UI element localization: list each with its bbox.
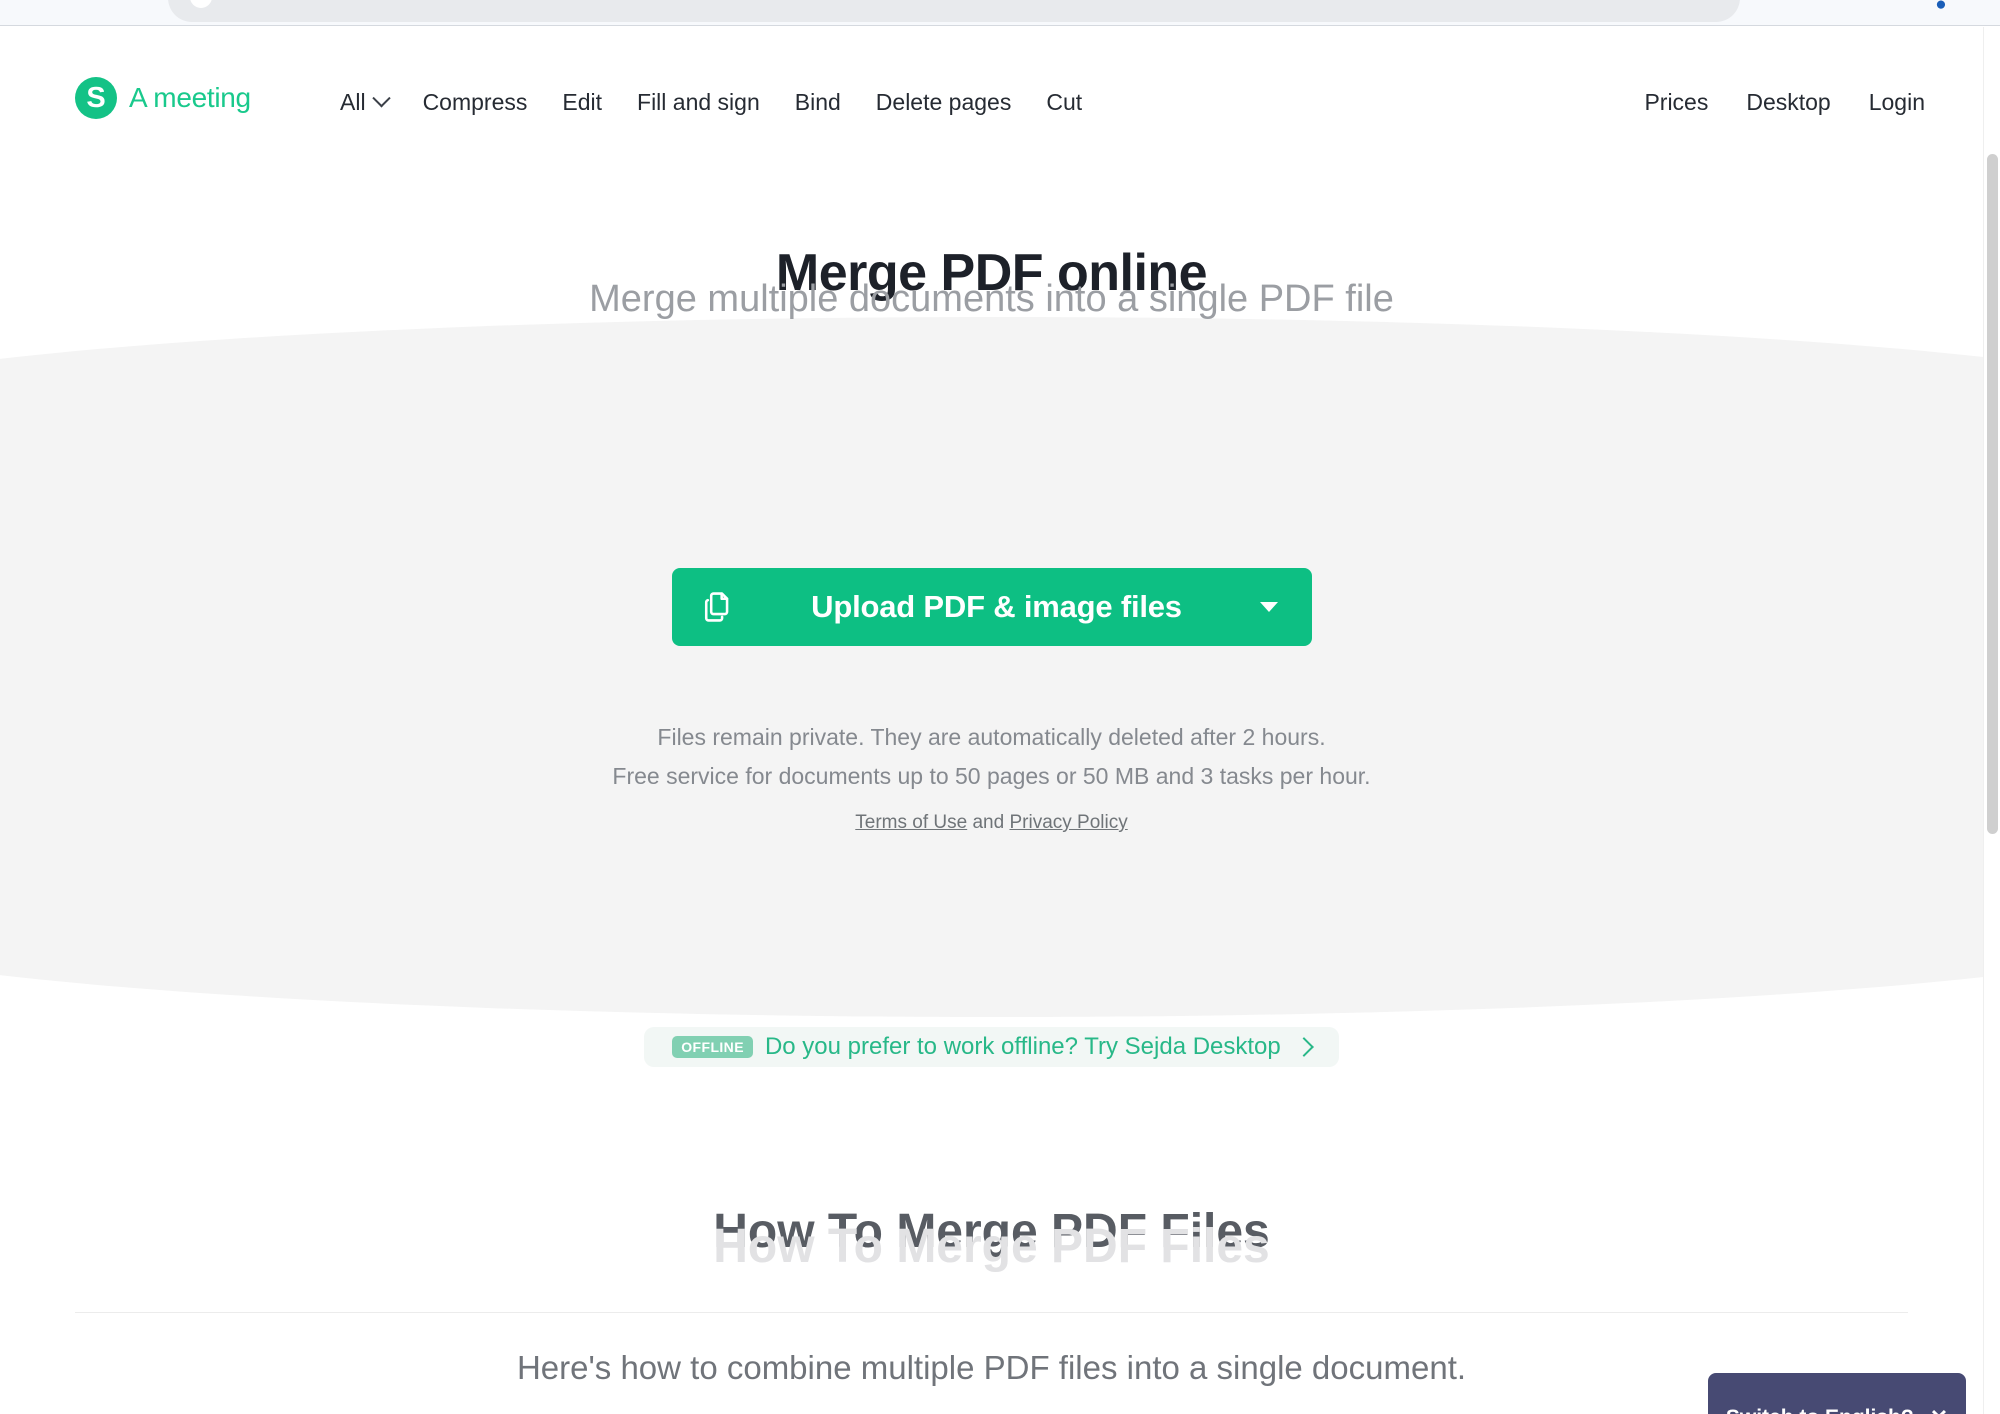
nav-item-cut[interactable]: Cut	[1046, 89, 1082, 116]
scrollbar-thumb[interactable]	[1987, 154, 1998, 834]
brand-logo[interactable]: S A meeting	[75, 77, 251, 119]
nav-item-fill-and-sign[interactable]: Fill and sign	[637, 89, 760, 116]
page-subtitle: Merge multiple documents into a single P…	[589, 278, 1394, 320]
address-bar[interactable]	[168, 0, 1740, 22]
chevron-down-icon[interactable]	[1259, 602, 1278, 612]
nav-item-desktop[interactable]: Desktop	[1746, 89, 1830, 116]
howto-section-title-ghost: How To Merge PDF Files	[713, 1220, 1270, 1273]
brand-name: A meeting	[129, 82, 251, 113]
legal-conjunction: and	[972, 812, 1005, 833]
offline-banner[interactable]: OFFLINE Do you prefer to work offline? T…	[644, 1027, 1339, 1067]
primary-navigation: All Compress Edit Fill and sign Bind Del…	[340, 89, 1082, 116]
offline-banner-container: OFFLINE Do you prefer to work offline? T…	[0, 1027, 1983, 1067]
offline-banner-text: Do you prefer to work offline? Try Sejda…	[764, 1033, 1281, 1060]
howto-section-intro: Here's how to combine multiple PDF files…	[516, 1349, 1467, 1386]
upload-files-button-label: Upload PDF & image files	[811, 589, 1182, 624]
nav-item-all-label: All	[340, 89, 366, 115]
copy-documents-icon	[704, 592, 728, 622]
terms-of-use-link[interactable]: Terms of Use	[855, 812, 967, 833]
close-icon[interactable]: ✕	[1930, 1375, 1948, 1414]
profile-icon[interactable]: ●	[1930, 0, 1952, 16]
legal-links: Terms of Use and Privacy Policy	[0, 812, 1983, 834]
nav-item-bind[interactable]: Bind	[795, 89, 841, 116]
chevron-down-icon	[371, 89, 391, 108]
privacy-policy-link[interactable]: Privacy Policy	[1009, 812, 1127, 833]
nav-item-compress[interactable]: Compress	[423, 89, 528, 116]
hero-background-band	[0, 317, 2000, 1017]
nav-item-prices[interactable]: Prices	[1644, 89, 1708, 116]
page-viewport: S A meeting All Compress Edit Fill and s…	[0, 27, 2000, 1414]
upload-files-button[interactable]: Upload PDF & image files	[671, 568, 1312, 646]
browser-chrome: ●	[0, 0, 2000, 26]
section-divider	[75, 1312, 1908, 1313]
page-scrollbar[interactable]	[1983, 27, 2000, 1414]
site-header: S A meeting All Compress Edit Fill and s…	[0, 27, 1983, 137]
language-switch-label: Switch to English?	[1726, 1376, 1914, 1414]
nav-item-login[interactable]: Login	[1869, 89, 1925, 116]
nav-item-all[interactable]: All	[340, 89, 391, 116]
secondary-navigation: Prices Desktop Login	[1644, 89, 1925, 116]
chevron-right-icon	[1293, 1037, 1314, 1057]
nav-item-delete-pages[interactable]: Delete pages	[876, 89, 1012, 116]
language-switch-toast[interactable]: Switch to English? ✕	[1708, 1373, 1966, 1414]
offline-badge: OFFLINE	[672, 1036, 753, 1058]
lock-icon	[190, 0, 212, 8]
nav-item-edit[interactable]: Edit	[562, 89, 602, 116]
brand-mark-icon: S	[75, 77, 117, 119]
privacy-notice-line-1: Files remain private. They are automatic…	[657, 724, 1326, 750]
limits-notice-line-2: Free service for documents up to 50 page…	[612, 763, 1371, 789]
upload-button-container: Upload PDF & image files	[0, 568, 1983, 646]
